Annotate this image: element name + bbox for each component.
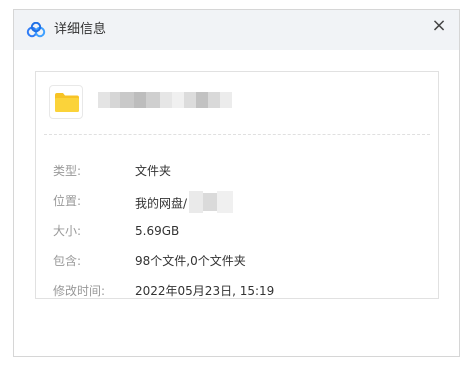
type-value: 文件夹 [135, 164, 172, 178]
size-label: 大小: [53, 224, 82, 238]
details-dialog: 详细信息 × 类型: 文件夹 位置: 我的网盘/ 大小: 5.69GB 包含: … [13, 9, 460, 357]
folder-icon [55, 93, 79, 112]
size-value: 5.69GB [135, 224, 180, 238]
dialog-title: 详细信息 [54, 22, 107, 37]
modified-label: 修改时间: [53, 284, 106, 298]
folder-name-redacted [98, 92, 232, 108]
contains-label: 包含: [53, 254, 82, 268]
divider [44, 134, 430, 135]
location-label: 位置: [53, 194, 82, 208]
folder-thumbnail [49, 85, 83, 119]
location-path-redacted [189, 191, 234, 213]
close-icon[interactable]: × [427, 14, 451, 38]
type-label: 类型: [53, 164, 82, 178]
contains-value: 98个文件,0个文件夹 [135, 254, 246, 268]
location-value-wrap: 我的网盘/ [135, 191, 234, 215]
modified-value: 2022年05月23日, 15:19 [135, 284, 275, 298]
details-panel: 类型: 文件夹 位置: 我的网盘/ 大小: 5.69GB 包含: 98个文件,0… [35, 71, 439, 299]
cloud-logo-icon [26, 21, 46, 38]
location-value: 我的网盘/ [135, 196, 188, 211]
dialog-titlebar: 详细信息 × [14, 10, 459, 50]
